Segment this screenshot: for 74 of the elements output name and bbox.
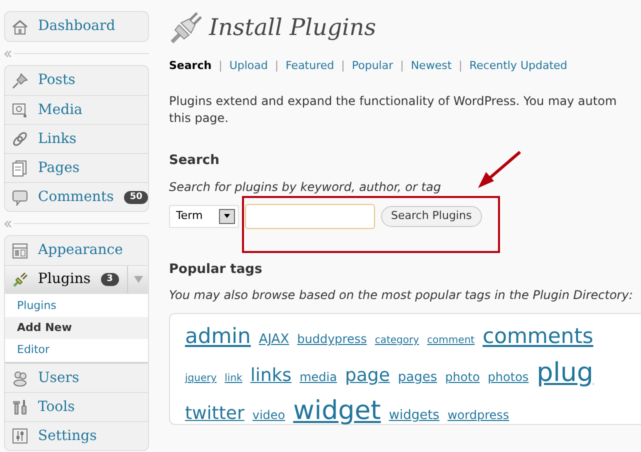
menu-item[interactable]: Appearance — [5, 236, 148, 265]
tag-link[interactable]: buddypress — [297, 323, 367, 355]
search-plugins-button[interactable]: Search Plugins — [381, 206, 482, 226]
tag-link[interactable]: widgets — [388, 400, 440, 432]
tag-link[interactable]: AJAX — [258, 324, 290, 356]
submenu-item[interactable]: Editor — [5, 339, 148, 361]
speech-bubble-icon — [11, 188, 29, 206]
media-icon — [11, 101, 29, 119]
house-icon — [11, 18, 29, 36]
page-title: Install Plugins — [209, 14, 376, 43]
caret-icon — [219, 208, 235, 224]
nav-link[interactable]: Popular — [352, 58, 394, 74]
menu-item[interactable]: Users — [5, 363, 148, 392]
section-heading: Popular tags — [169, 260, 262, 278]
count-badge: 50 — [124, 190, 148, 204]
menu-item[interactable]: Tools — [5, 392, 148, 421]
search-field[interactable] — [245, 204, 375, 228]
hint-text: You may also browse based on the most popular tags in the Plugin Directory: — [169, 287, 633, 304]
users-icon — [11, 369, 29, 387]
separator: | — [274, 58, 280, 74]
tools-icon — [11, 398, 29, 416]
pages-icon — [11, 159, 29, 177]
hint-text: Search for plugins by keyword, author, or tag — [169, 178, 442, 196]
annotation-arrow — [478, 150, 521, 188]
separator: | — [399, 58, 405, 74]
tag-link[interactable]: pages — [398, 362, 438, 394]
chain-link-icon — [11, 130, 29, 148]
tag-link[interactable]: video — [252, 399, 286, 431]
section-heading: Search — [169, 152, 220, 170]
nav-link[interactable]: Recently Updated — [469, 58, 568, 74]
nav-link[interactable]: Upload — [229, 58, 268, 74]
tag-link[interactable]: photos — [488, 361, 529, 393]
count-badge: 3 — [100, 273, 119, 286]
tag-link[interactable]: comment — [427, 325, 475, 357]
menu-item[interactable]: Plugins 3 — [5, 265, 148, 294]
plug-icon — [11, 270, 29, 288]
intro-text: this page. — [169, 110, 228, 127]
tag-link[interactable]: photo — [445, 361, 480, 393]
separator: | — [458, 58, 464, 74]
nav-link[interactable]: Newest — [410, 58, 452, 74]
tag-link[interactable]: category — [374, 325, 420, 357]
submenu-item[interactable]: Plugins — [5, 295, 148, 317]
separator: | — [218, 58, 224, 74]
tag-link[interactable]: link — [224, 363, 242, 395]
tag-link[interactable]: widget — [293, 395, 381, 427]
menu-item[interactable]: Dashboard — [5, 12, 148, 41]
nav-link[interactable]: Featured — [286, 58, 334, 74]
tag-link[interactable]: plug — [536, 357, 594, 389]
menu-item[interactable]: Links — [5, 124, 148, 153]
tag-link[interactable]: wordpress — [447, 399, 510, 431]
menu-item[interactable]: Settings — [5, 421, 148, 450]
type-dropdown[interactable]: Term — [169, 204, 239, 228]
pushpin-icon — [11, 72, 29, 90]
tag-link[interactable]: page — [344, 360, 390, 392]
nav-link[interactable]: Search — [169, 58, 212, 74]
collapse-icon[interactable] — [4, 220, 12, 228]
menu-item[interactable]: Pages — [5, 153, 148, 182]
tag-link[interactable]: twitter — [185, 398, 244, 430]
tag-link[interactable]: media — [300, 361, 337, 393]
intro-text: Plugins extend and expand the functionality of WordPress. You may autom — [169, 93, 617, 110]
tag-link[interactable]: links — [250, 360, 292, 392]
separator: | — [340, 58, 346, 74]
collapse-icon[interactable] — [4, 50, 12, 58]
submenu-item[interactable]: Add New — [5, 317, 148, 339]
layout-icon — [11, 242, 29, 260]
caret-icon — [134, 276, 142, 283]
plug-icon — [169, 11, 203, 45]
menu-item[interactable]: Comments 50 — [5, 182, 148, 211]
sliders-icon — [11, 427, 29, 445]
menu-item[interactable]: Posts — [5, 66, 148, 95]
tag-link[interactable]: admin — [185, 320, 251, 352]
tag-link[interactable]: jquery — [185, 363, 217, 395]
tag-link[interactable]: comments — [482, 320, 594, 352]
menu-item[interactable]: Media — [5, 95, 148, 124]
